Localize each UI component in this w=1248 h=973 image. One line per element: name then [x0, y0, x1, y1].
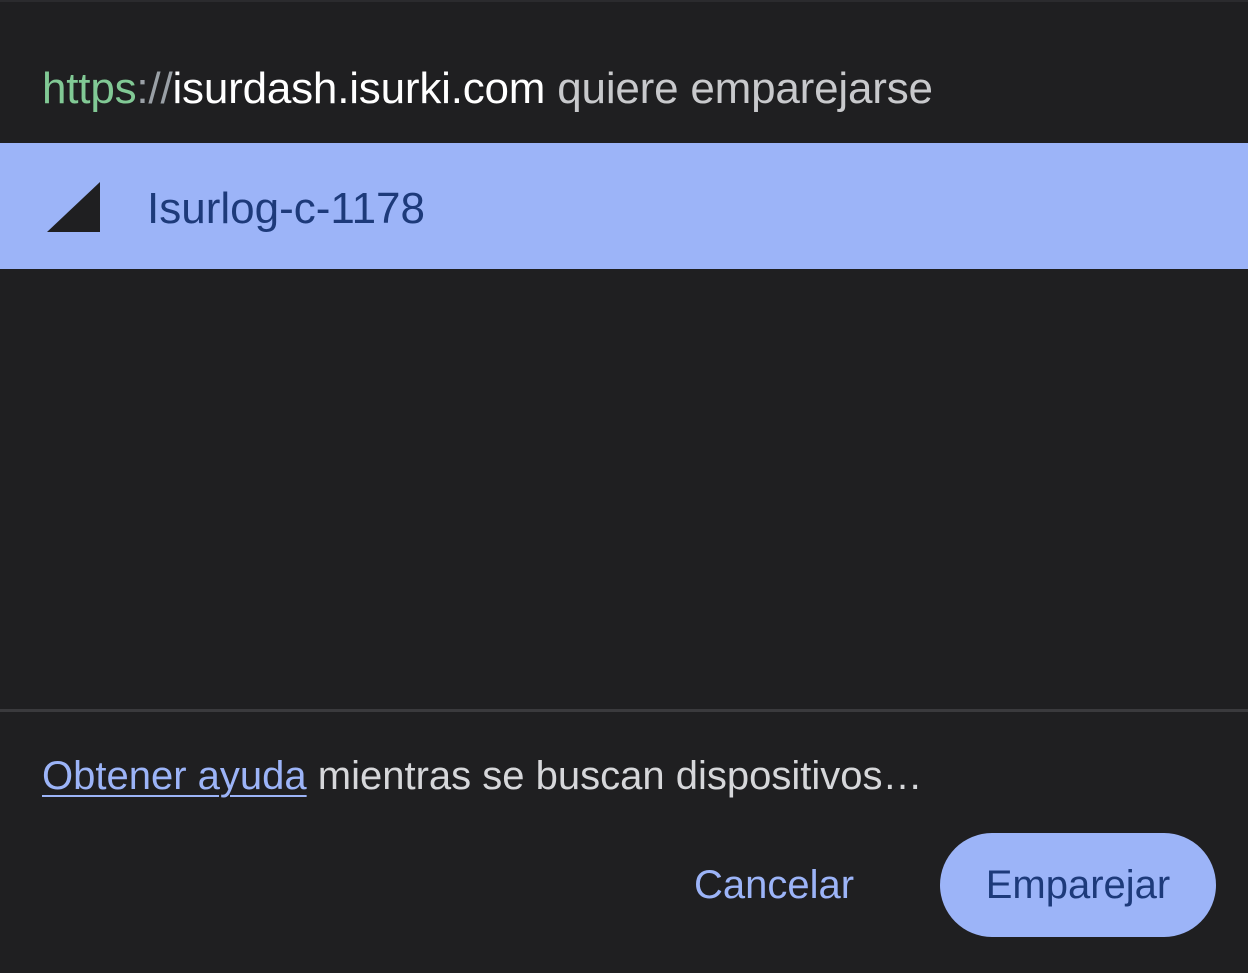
url-host: isurdash.isurki.com — [172, 64, 546, 113]
request-text: quiere emparejarse — [545, 64, 933, 113]
footer-divider — [0, 709, 1248, 712]
searching-status-text: mientras se buscan dispositivos… — [306, 754, 923, 798]
url-scheme: https — [42, 64, 137, 113]
device-name: Isurlog-c-1178 — [147, 184, 425, 233]
bluetooth-pairing-dialog: https://isurdash.isurki.com quiere empar… — [0, 0, 1248, 973]
help-status-line: Obtener ayuda mientras se buscan disposi… — [42, 750, 922, 802]
cancel-button[interactable]: Cancelar — [664, 848, 884, 922]
dialog-top-edge — [0, 0, 1248, 2]
url-separator: :// — [136, 64, 173, 113]
dialog-title: https://isurdash.isurki.com quiere empar… — [42, 62, 933, 116]
pair-button[interactable]: Emparejar — [940, 833, 1216, 937]
signal-strength-icon — [47, 182, 100, 232]
get-help-link[interactable]: Obtener ayuda — [42, 754, 307, 798]
